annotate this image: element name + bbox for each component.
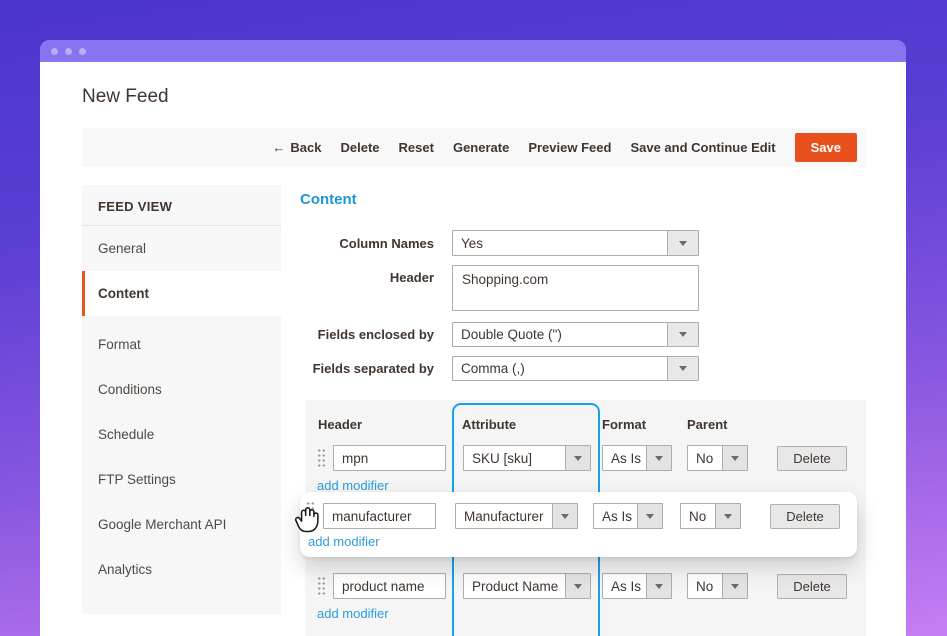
row2-delete-button[interactable]: Delete xyxy=(770,504,840,529)
column-names-value: Yes xyxy=(453,231,667,255)
column-header-parent: Parent xyxy=(687,417,727,432)
chevron-down-icon xyxy=(637,504,662,528)
save-button[interactable]: Save xyxy=(795,133,857,162)
header-label: Header xyxy=(254,270,434,285)
chevron-down-icon xyxy=(565,574,590,598)
toolbar: ← Back Delete Reset Generate Preview Fee… xyxy=(82,128,866,167)
chevron-down-icon xyxy=(667,231,698,255)
app-window: New Feed ← Back Delete Reset Generate Pr… xyxy=(40,40,906,636)
row3-header-input[interactable] xyxy=(333,573,446,599)
preview-feed-button[interactable]: Preview Feed xyxy=(528,140,611,155)
row3-delete-button[interactable]: Delete xyxy=(777,574,847,599)
drag-handle[interactable] xyxy=(317,448,326,468)
fields-enclosed-by-select[interactable]: Double Quote (") xyxy=(452,322,699,347)
back-arrow-icon: ← xyxy=(272,140,285,155)
sidebar-header: FEED VIEW xyxy=(82,185,281,226)
row2-add-modifier-link[interactable]: add modifier xyxy=(308,534,380,549)
sidebar-item-analytics[interactable]: Analytics xyxy=(82,547,281,592)
row2-attribute-value: Manufacturer xyxy=(456,504,552,528)
chevron-down-icon xyxy=(667,323,698,346)
row3-format-select[interactable]: As Is xyxy=(602,573,672,599)
column-names-label: Column Names xyxy=(254,236,434,251)
row2-format-value: As Is xyxy=(594,504,637,528)
column-header-attribute: Attribute xyxy=(462,417,516,432)
sidebar-item-general[interactable]: General xyxy=(82,226,281,271)
row1-parent-select[interactable]: No xyxy=(687,445,748,471)
sidebar-item-schedule[interactable]: Schedule xyxy=(82,412,281,457)
chevron-down-icon xyxy=(722,574,747,598)
sidebar-item-content[interactable]: Content xyxy=(82,271,281,316)
row3-format-value: As Is xyxy=(603,574,646,598)
chevron-down-icon xyxy=(646,574,671,598)
column-names-select[interactable]: Yes xyxy=(452,230,699,256)
row3-parent-value: No xyxy=(688,574,722,598)
column-header-format: Format xyxy=(602,417,646,432)
row1-format-select[interactable]: As Is xyxy=(602,445,672,471)
row1-format-value: As Is xyxy=(603,446,646,470)
row2-attribute-select[interactable]: Manufacturer xyxy=(455,503,578,529)
chevron-down-icon xyxy=(565,446,590,470)
page-title: New Feed xyxy=(82,86,169,108)
save-continue-button[interactable]: Save and Continue Edit xyxy=(630,140,775,155)
fields-separated-by-select[interactable]: Comma (,) xyxy=(452,356,699,381)
row3-add-modifier-link[interactable]: add modifier xyxy=(317,606,389,621)
row2-parent-select[interactable]: No xyxy=(680,503,741,529)
row2-format-select[interactable]: As Is xyxy=(593,503,663,529)
row3-attribute-select[interactable]: Product Name xyxy=(463,573,591,599)
content-section-heading: Content xyxy=(300,191,357,208)
row1-delete-button[interactable]: Delete xyxy=(777,446,847,471)
row1-attribute-value: SKU [sku] xyxy=(464,446,565,470)
window-titlebar xyxy=(40,40,906,62)
sidebar-item-google-merchant-api[interactable]: Google Merchant API xyxy=(82,502,281,547)
window-dot-icon xyxy=(65,48,72,55)
fields-enclosed-by-value: Double Quote (") xyxy=(453,323,667,346)
row1-attribute-select[interactable]: SKU [sku] xyxy=(463,445,591,471)
fields-separated-by-label: Fields separated by xyxy=(254,361,434,376)
back-button-label: Back xyxy=(290,140,321,155)
row2-header-input[interactable] xyxy=(323,503,436,529)
column-header-header: Header xyxy=(318,417,362,432)
fields-separated-by-value: Comma (,) xyxy=(453,357,667,380)
delete-button[interactable]: Delete xyxy=(341,140,380,155)
generate-button[interactable]: Generate xyxy=(453,140,509,155)
sidebar-item-format[interactable]: Format xyxy=(82,322,281,367)
row1-add-modifier-link[interactable]: add modifier xyxy=(317,478,389,493)
window-dot-icon xyxy=(79,48,86,55)
row3-attribute-value: Product Name xyxy=(464,574,565,598)
drag-handle[interactable] xyxy=(317,576,326,596)
chevron-down-icon xyxy=(646,446,671,470)
fields-enclosed-by-label: Fields enclosed by xyxy=(254,327,434,342)
sidebar: FEED VIEW General Content Format Conditi… xyxy=(82,185,281,614)
row1-parent-value: No xyxy=(688,446,722,470)
drag-handle[interactable] xyxy=(306,501,315,521)
sidebar-item-ftp-settings[interactable]: FTP Settings xyxy=(82,457,281,502)
row1-header-input[interactable] xyxy=(333,445,446,471)
sidebar-item-conditions[interactable]: Conditions xyxy=(82,367,281,412)
chevron-down-icon xyxy=(552,504,577,528)
row2-parent-value: No xyxy=(681,504,715,528)
window-dot-icon xyxy=(51,48,58,55)
chevron-down-icon xyxy=(722,446,747,470)
back-button[interactable]: ← Back xyxy=(272,140,321,155)
reset-button[interactable]: Reset xyxy=(399,140,434,155)
chevron-down-icon xyxy=(667,357,698,380)
header-textarea[interactable]: Shopping.com xyxy=(452,265,699,311)
chevron-down-icon xyxy=(715,504,740,528)
row3-parent-select[interactable]: No xyxy=(687,573,748,599)
